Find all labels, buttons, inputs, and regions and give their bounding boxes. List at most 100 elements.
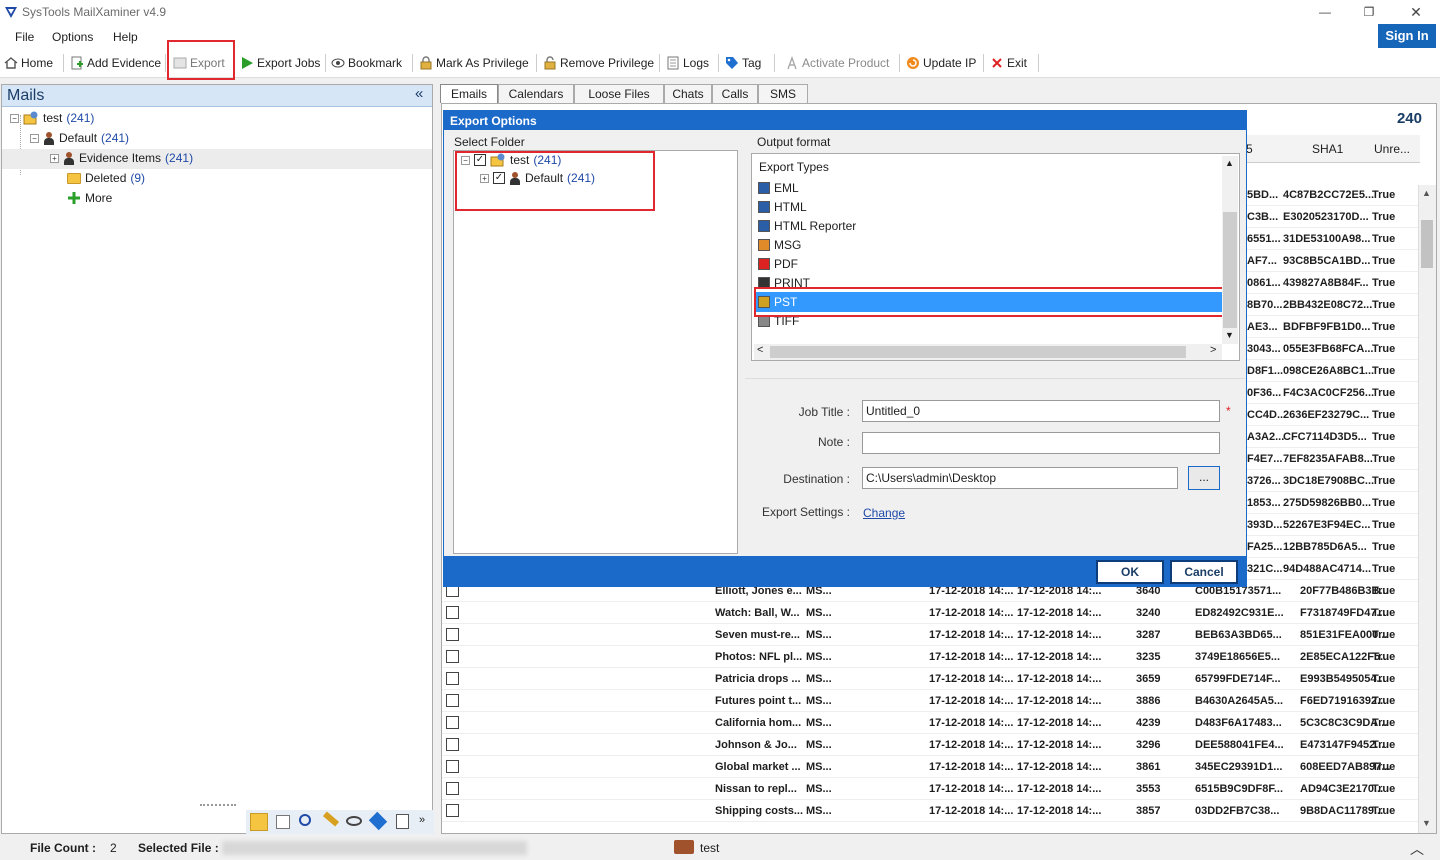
table-row[interactable]: Watch: Ball, W... MS... 17-12-2018 14:... 1… — [442, 602, 1418, 624]
table-row[interactable]: 393D... 52267E3F94EC... True — [1247, 514, 1418, 536]
row-checkbox[interactable] — [446, 738, 459, 751]
bookmark-button[interactable]: Bookmark — [331, 54, 402, 72]
tree-node-more[interactable]: More — [67, 191, 112, 205]
row-checkbox[interactable] — [446, 694, 459, 707]
table-row[interactable]: AF7... 93C8B5CA1BD... True — [1247, 250, 1418, 272]
table-row[interactable]: Global market ... MS... 17-12-2018 14:... 1… — [442, 756, 1418, 778]
table-row[interactable]: C3B... E3020523170D... True — [1247, 206, 1418, 228]
table-row[interactable]: Shipping costs... MS... 17-12-2018 14:... 1… — [442, 800, 1418, 822]
grid-vertical-scrollbar[interactable] — [1418, 185, 1436, 833]
logs-button[interactable]: Logs — [666, 54, 709, 72]
scrollbar-thumb[interactable] — [1421, 220, 1433, 268]
format-eml[interactable]: EML — [758, 181, 799, 195]
panel-resize-grip[interactable] — [200, 804, 236, 806]
mail-icon[interactable] — [250, 813, 268, 831]
scroll-left-icon[interactable]: < — [757, 344, 763, 356]
sign-in-button[interactable]: Sign In — [1378, 24, 1436, 48]
table-row[interactable]: 0861... 439827A8B84F... True — [1247, 272, 1418, 294]
scroll-right-icon[interactable]: > — [1210, 344, 1216, 356]
exit-button[interactable]: Exit — [990, 54, 1027, 72]
tab-sms[interactable]: SMS — [758, 84, 808, 103]
export-button[interactable]: Export — [173, 54, 225, 72]
home-button[interactable]: Home — [4, 54, 53, 72]
table-row[interactable]: Seven must-re... MS... 17-12-2018 14:... 17… — [442, 624, 1418, 646]
update-ip-button[interactable]: Update IP — [906, 54, 976, 72]
row-checkbox[interactable] — [446, 782, 459, 795]
row-checkbox[interactable] — [446, 628, 459, 641]
table-row[interactable]: AE3... BDFBF9FB1D0... True — [1247, 316, 1418, 338]
export-jobs-button[interactable]: Export Jobs — [240, 54, 320, 72]
table-row[interactable]: 8B70... 2BB432E08C72... True — [1247, 294, 1418, 316]
tab-emails[interactable]: Emails — [440, 84, 498, 103]
add-evidence-button[interactable]: Add Evidence — [70, 54, 161, 72]
mark-privilege-button[interactable]: Mark As Privilege — [419, 54, 529, 72]
table-row[interactable]: 5BD... 4C87B2CC72E5... True — [1247, 184, 1418, 206]
table-row[interactable]: Johnson & Jo... MS... 17-12-2018 14:... 17-… — [442, 734, 1418, 756]
table-row[interactable]: A3A2... CFC7114D3D5... True — [1247, 426, 1418, 448]
tab-loose-files[interactable]: Loose Files — [574, 84, 664, 103]
cancel-button[interactable]: Cancel — [1170, 560, 1238, 584]
calendar-icon[interactable] — [276, 815, 290, 829]
format-hscroll-thumb[interactable] — [770, 346, 1186, 358]
eye-icon[interactable] — [346, 816, 362, 826]
row-checkbox[interactable] — [446, 760, 459, 773]
tab-chats[interactable]: Chats — [664, 84, 712, 103]
table-row[interactable]: CC4D... 2636EF23279C... True — [1247, 404, 1418, 426]
change-settings-link[interactable]: Change — [863, 506, 905, 520]
menu-file[interactable]: File — [15, 30, 34, 44]
format-html[interactable]: HTML — [758, 200, 807, 214]
tree-node-default[interactable]: − Default (241) — [30, 131, 129, 145]
activate-product-button[interactable]: Activate Product — [785, 54, 889, 72]
ok-button[interactable]: OK — [1096, 560, 1164, 584]
search-icon[interactable] — [299, 814, 311, 826]
format-msg[interactable]: MSG — [758, 238, 801, 252]
note-input[interactable] — [862, 432, 1220, 454]
maximize-button[interactable]: ❐ — [1358, 2, 1380, 22]
destination-input[interactable]: C:\Users\admin\Desktop — [862, 467, 1178, 489]
scroll-down-icon[interactable]: ▼ — [1225, 330, 1234, 340]
format-vscroll-thumb[interactable] — [1223, 212, 1237, 328]
tab-calls[interactable]: Calls — [712, 84, 758, 103]
remove-privilege-button[interactable]: Remove Privilege — [543, 54, 654, 72]
table-row[interactable]: California hom... MS... 17-12-2018 14:... 1… — [442, 712, 1418, 734]
table-row[interactable]: Nissan to repl... MS... 17-12-2018 14:... 1… — [442, 778, 1418, 800]
row-checkbox[interactable] — [446, 716, 459, 729]
scroll-down-icon[interactable]: ▼ — [1422, 818, 1431, 828]
tab-calendars[interactable]: Calendars — [498, 84, 574, 103]
row-checkbox[interactable] — [446, 606, 459, 619]
more-options-icon[interactable]: » — [419, 814, 425, 826]
table-row[interactable]: 6551... 31DE53100A98... True — [1247, 228, 1418, 250]
tree-node-deleted[interactable]: Deleted (9) — [67, 171, 145, 185]
close-window-button[interactable]: ✕ — [1405, 2, 1427, 22]
table-row[interactable]: D8F1... 098CE26A8BC1... True — [1247, 360, 1418, 382]
table-row[interactable]: 321C... 94D488AC4714... True — [1247, 558, 1418, 580]
row-checkbox[interactable] — [446, 650, 459, 663]
table-row[interactable]: 1853... 275D59826BB0... True — [1247, 492, 1418, 514]
tag-button[interactable]: Tag — [725, 54, 761, 72]
col-header-md5[interactable]: 5 — [1246, 142, 1253, 156]
row-checkbox[interactable] — [446, 672, 459, 685]
tree-node-test[interactable]: − test (241) — [10, 111, 94, 125]
collapse-panel-button[interactable]: « — [415, 85, 423, 102]
expand-toggle[interactable]: + — [50, 153, 59, 163]
minimize-button[interactable]: — — [1314, 2, 1336, 22]
table-row[interactable]: FA25... 12BB785D6A5... True — [1247, 536, 1418, 558]
clipboard-icon[interactable] — [396, 814, 409, 829]
format-pdf[interactable]: PDF — [758, 257, 798, 271]
col-header-sha1[interactable]: SHA1 — [1312, 142, 1343, 156]
table-row[interactable]: 3726... 3DC18E7908BC... True — [1247, 470, 1418, 492]
table-row[interactable]: 3043... 055E3FB68FCA... True — [1247, 338, 1418, 360]
table-row[interactable]: Patricia drops ... MS... 17-12-2018 14:...… — [442, 668, 1418, 690]
tree-node-evidence-items[interactable]: + Evidence Items (241) — [50, 151, 193, 165]
scroll-up-icon[interactable]: ▲ — [1225, 158, 1234, 168]
col-header-unread[interactable]: Unre... — [1374, 142, 1410, 156]
row-checkbox[interactable] — [446, 804, 459, 817]
menu-options[interactable]: Options — [52, 30, 93, 44]
scroll-up-icon[interactable]: ▲ — [1422, 188, 1431, 198]
chevron-up-icon[interactable]: ︿ — [1410, 839, 1424, 859]
table-row[interactable]: Photos: NFL pl... MS... 17-12-2018 14:... 1… — [442, 646, 1418, 668]
table-row[interactable]: F4E7... 7EF8235AFAB8... True — [1247, 448, 1418, 470]
format-html-reporter[interactable]: HTML Reporter — [758, 219, 856, 233]
collapse-toggle[interactable]: − — [10, 113, 19, 123]
job-title-input[interactable]: Untitled_0 — [862, 400, 1220, 422]
